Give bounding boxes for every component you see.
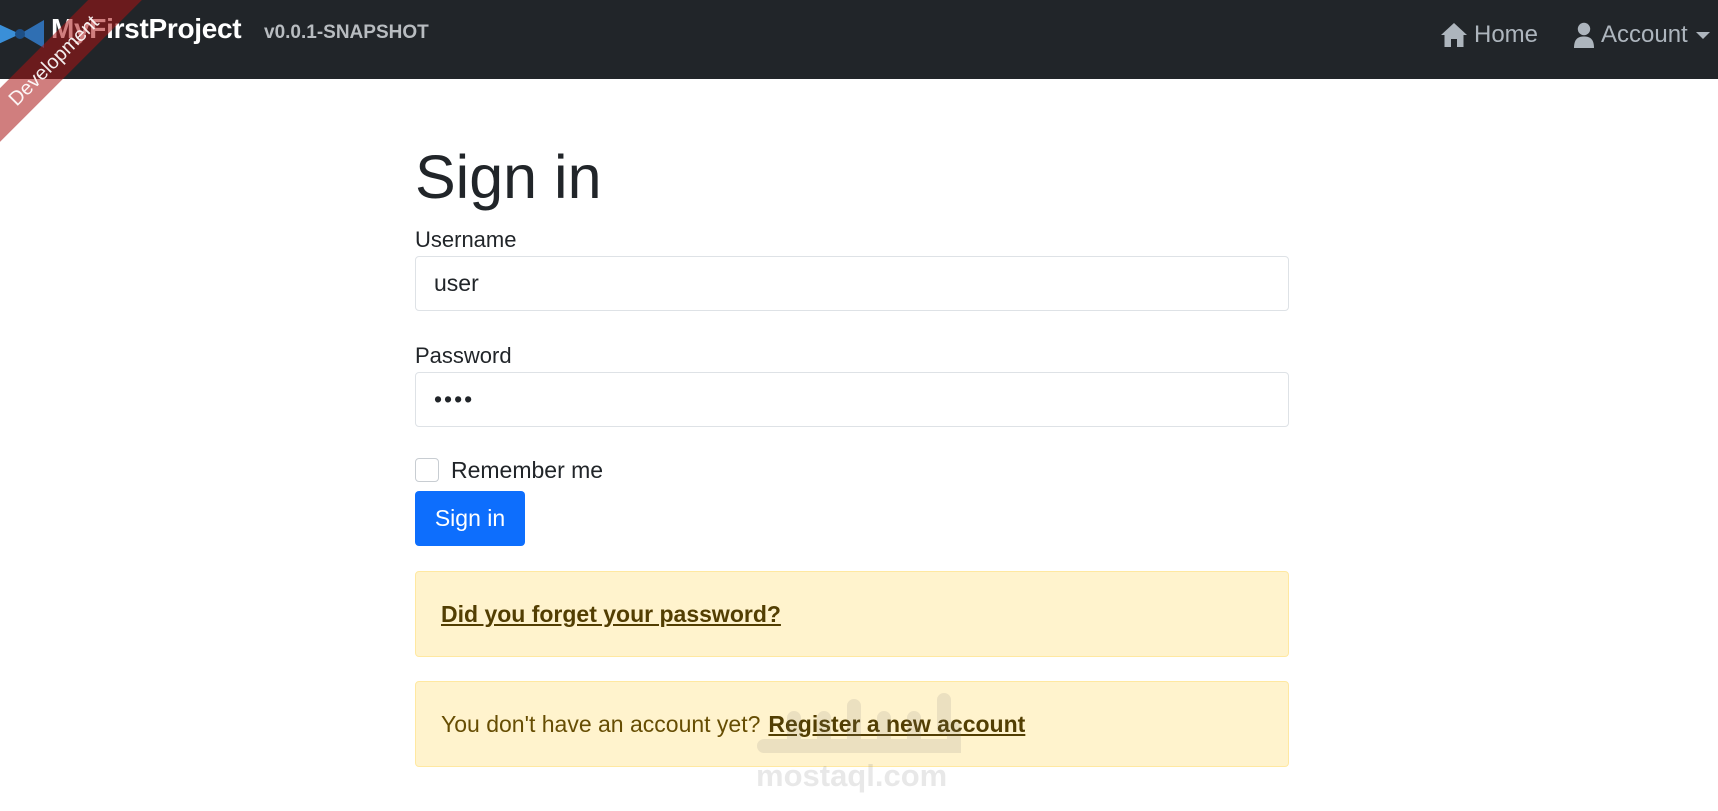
page-title: Sign in (415, 143, 602, 211)
remember-me-label[interactable]: Remember me (451, 457, 603, 484)
username-label: Username (415, 227, 517, 252)
brand-version: v0.0.1-SNAPSHOT (264, 22, 429, 43)
no-account-text: You don't have an account yet? (441, 710, 761, 737)
logo-icon (0, 20, 44, 48)
chevron-down-icon (1695, 31, 1710, 39)
brand-name: MyFirstProject (51, 13, 242, 44)
nav-account-dropdown[interactable]: Account (1574, 18, 1710, 52)
nav-home-link[interactable]: Home (1440, 18, 1538, 52)
nav-home-label: Home (1474, 21, 1539, 48)
register-link[interactable]: Register a new account (768, 711, 1025, 738)
password-input[interactable] (415, 372, 1289, 427)
username-input[interactable] (415, 256, 1289, 311)
nav-account-label: Account (1601, 21, 1688, 48)
password-label: Password (415, 343, 512, 368)
sign-in-button[interactable]: Sign in (415, 491, 525, 546)
home-icon (1441, 23, 1467, 47)
register-alert: You don't have an account yet? Register … (415, 681, 1289, 767)
user-icon (1574, 22, 1594, 48)
remember-me-checkbox[interactable] (415, 458, 439, 482)
navbar: MyFirstProject v0.0.1-SNAPSHOT Home Acco… (0, 0, 1718, 79)
forgot-password-link[interactable]: Did you forget your password? (441, 601, 781, 628)
forgot-password-alert: Did you forget your password? (415, 571, 1289, 657)
